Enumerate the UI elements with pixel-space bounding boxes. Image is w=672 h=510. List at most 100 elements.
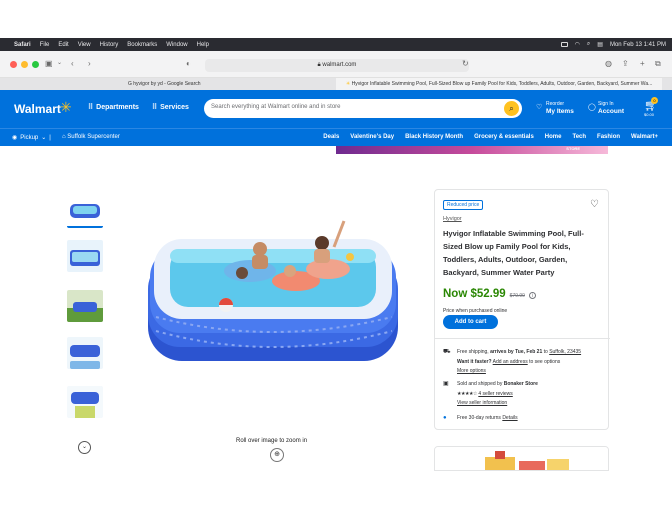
sidebar-icon[interactable]: ▣ [45,59,53,68]
faster-label: Want it faster? [457,359,492,365]
price-note: Price when purchased online [443,308,508,314]
services-button[interactable]: ⠿ Services [152,103,189,112]
walmart-header: Walmart ✳ ⠿ Departments ⠿ Services Searc… [0,90,672,128]
seller-info-link[interactable]: View seller information [457,399,507,407]
privacy-shield-icon[interactable]: ◐ [186,59,191,68]
search-button[interactable]: ⌕ [504,101,519,116]
minimize-window-button[interactable] [21,61,28,68]
cart-amount: $0.00 [644,112,655,117]
product-main-image[interactable] [146,213,401,365]
clock[interactable]: Mon Feb 13 1:41 PM [610,42,666,48]
seller-name: Bonaker Store [503,381,538,387]
menu-bookmarks[interactable]: Bookmarks [127,42,157,48]
page-bottom-margin [0,471,672,510]
thumbnail-3[interactable] [67,290,103,322]
menu-safari[interactable]: Safari [14,42,31,48]
zoom-in-icon[interactable]: ⊕ [270,448,284,462]
shipping-location-link[interactable]: Suffolk, 23435 [549,349,581,355]
nav-link-tech[interactable]: Tech [572,134,586,140]
pool-features-image [67,337,103,369]
star-rating-icon: ★★★★☆ [457,391,477,397]
shipping-date: arrives by Tue, Feb 21 [490,349,543,355]
zoom-hint: Roll over image to zoom in [236,438,308,444]
address-bar[interactable]: 🔒︎ walmart.com [205,59,469,72]
forward-icon[interactable]: › [88,59,91,68]
search-placeholder: Search everything at Walmart online and … [211,104,341,110]
shield-icon[interactable]: ◍ [605,59,612,68]
menu-history[interactable]: History [100,42,119,48]
nav-link-valentines-day[interactable]: Valentine's Day [350,134,394,140]
info-icon[interactable]: i [528,292,536,299]
menu-edit[interactable]: Edit [58,42,68,48]
brand-link[interactable]: Hyvigor [443,216,462,222]
search-input[interactable]: Search everything at Walmart online and … [204,99,522,118]
add-address-link[interactable]: Add an address [493,359,528,365]
pool-garden-image [67,290,103,322]
menu-file[interactable]: File [40,42,50,48]
menu-help[interactable]: Help [197,42,209,48]
nav-link-home[interactable]: Home [545,134,562,140]
buy-box: Reduced price ♡ Hyvigor Hyvigor Inflatab… [434,189,610,430]
walmart-spark-icon[interactable]: ✳ [60,99,72,116]
sponsored-ad[interactable] [434,446,609,471]
macos-menu-bar: Safari File Edit View History Bookmarks … [0,38,672,51]
thumbnail-5[interactable] [67,386,103,418]
sub-navigation: ◉ Pickup ⌄ | ⌂ Suffolk Supercenter Deals… [0,128,672,146]
current-price: Now $52.99 [443,288,506,300]
ad-image [435,447,608,470]
tab-google-search[interactable]: G hyvigor by yd - Google Search [0,78,336,90]
tab-bar: G hyvigor by yd - Google Search ✳ Hyvigo… [0,78,672,90]
signin-big-label: Account [598,108,624,115]
google-icon: G [128,81,132,87]
reorder-button[interactable]: ♡ Reorder My Items [536,101,574,115]
thumbnail-1[interactable] [67,196,103,228]
reload-icon[interactable]: ↻ [462,59,469,68]
nav-link-deals[interactable]: Deals [323,134,339,140]
back-icon[interactable]: ‹ [71,59,74,68]
cart-button[interactable]: 🛒︎ 0 $0.00 [644,97,658,117]
pickup-icon: ◉ [12,135,18,141]
zoom-window-button[interactable] [32,61,39,68]
chevron-down-icon: ⌄ [41,135,47,141]
seller-reviews-link[interactable]: 4 seller reviews [478,391,512,397]
tab-overview-icon[interactable]: ⧉ [655,59,661,69]
control-center-icon[interactable]: ▤ [597,41,603,48]
walmart-logo[interactable]: Walmart [14,102,61,116]
more-options-link[interactable]: More options [457,367,486,375]
new-tab-icon[interactable]: + [640,59,645,68]
add-to-cart-button[interactable]: Add to cart [443,315,498,329]
sold-by-prefix: Sold and shipped by [457,381,504,387]
chevron-down-icon[interactable]: ⌄ [57,59,62,66]
reorder-small-label: Reorder [546,101,565,107]
menu-window[interactable]: Window [166,42,187,48]
thumbnail-2[interactable] [67,240,103,272]
thumbnail-4[interactable] [67,337,103,369]
user-icon: ◯ [588,104,596,111]
nav-link-fashion[interactable]: Fashion [597,134,620,140]
lock-icon: 🔒︎ [317,62,321,68]
wifi-icon[interactable]: ◠ [575,41,580,48]
nav-link-grocery[interactable]: Grocery & essentials [474,134,534,140]
share-icon[interactable]: ⇪ [622,59,629,68]
store-selector[interactable]: ⌂ Suffolk Supercenter [62,134,120,140]
departments-button[interactable]: ⠿ Departments [88,103,139,112]
nav-link-black-history-month[interactable]: Black History Month [405,134,463,140]
store-icon: ⌂ [62,134,66,140]
account-button[interactable]: ◯ Sign In Account [588,101,624,115]
nav-link-walmart-plus[interactable]: Walmart+ [631,134,658,140]
search-icon[interactable]: ⌕ [587,41,590,48]
tab-walmart-product[interactable]: ✳ Hyvigor Inflatable Swimming Pool, Full… [336,78,662,90]
walmart-spark-icon: ✳ [346,81,351,87]
chevron-down-icon[interactable]: ⌄ [78,441,91,454]
pool-dimensions-image [67,240,103,272]
battery-icon[interactable] [560,42,568,47]
heart-icon: ♡ [536,104,543,111]
pickup-selector[interactable]: ◉ Pickup ⌄ | [12,134,51,142]
favorite-heart-icon[interactable]: ♡ [590,199,599,210]
services-label: Services [160,103,189,111]
reorder-big-label: My Items [546,108,574,115]
menu-view[interactable]: View [78,42,91,48]
returns-details-link[interactable]: Details [502,415,517,421]
close-window-button[interactable] [10,61,17,68]
promo-banner[interactable]: STORE [336,146,608,154]
